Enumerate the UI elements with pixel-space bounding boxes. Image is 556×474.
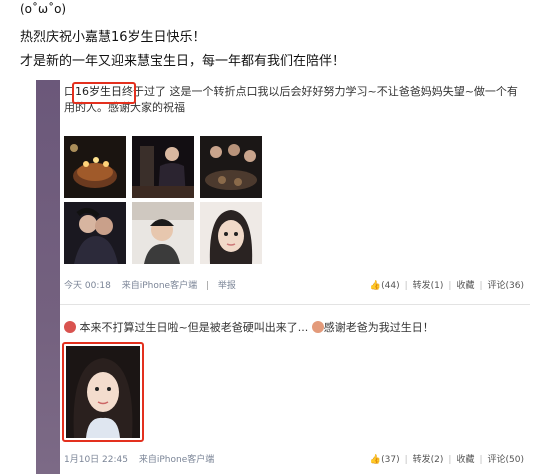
- like-button[interactable]: 👍(37): [370, 455, 400, 465]
- post-2-time[interactable]: 1月10日 22:45: [64, 455, 128, 465]
- post-1-source[interactable]: 来自iPhone客户端: [122, 281, 197, 291]
- post-2-source[interactable]: 来自iPhone客户端: [139, 455, 214, 465]
- like-count: (37): [381, 455, 400, 465]
- post-1-time[interactable]: 今天 00:18: [64, 281, 111, 291]
- post-2-actions: 👍(37) | 转发(2) | 收藏 | 评论(50): [369, 455, 524, 465]
- post-2-meta: 1月10日 22:45 来自iPhone客户端: [64, 452, 214, 465]
- intro-emoticon: (o˚ω˚o): [20, 2, 67, 16]
- cake-icon: [311, 321, 324, 333]
- comment-button[interactable]: 评论(50): [488, 455, 524, 465]
- thumbs-up-icon: 👍: [369, 281, 382, 291]
- favorite-button[interactable]: 收藏: [456, 455, 474, 465]
- intro-line-companion: 才是新的一年又迎来慧宝生日，每一年都有我们在陪伴！: [20, 54, 346, 69]
- photo-party[interactable]: [132, 136, 194, 198]
- photo-hug[interactable]: [64, 202, 126, 264]
- profile-sidebar: [36, 80, 60, 474]
- photo-portrait[interactable]: [66, 346, 140, 438]
- weibo-post-1: 口16岁生日终于过了 这是一个转折点口我以后会好好努力学习~不让爸爸妈妈失望~做…: [60, 82, 530, 296]
- post-2-text-b: 感谢老爸为我过生日！: [323, 321, 434, 334]
- post-1-actions: 👍(44) | 转发(1) | 收藏 | 评论(36): [369, 281, 524, 291]
- watermelon-icon: [64, 321, 76, 333]
- photo-selfie[interactable]: [200, 202, 262, 264]
- like-count: (44): [381, 281, 400, 291]
- photo-dinner[interactable]: [200, 136, 262, 198]
- forward-button[interactable]: 转发(2): [413, 455, 444, 465]
- report-link[interactable]: 举报: [218, 281, 236, 291]
- forward-button[interactable]: 转发(1): [413, 281, 444, 291]
- post-1-meta: 今天 00:18 来自iPhone客户端 | 举报: [64, 281, 236, 291]
- post-2-text-a: 本来不打算过生日啦~但是被老爸硬叫出来了...: [79, 321, 309, 334]
- photo-boy[interactable]: [132, 202, 194, 264]
- like-button[interactable]: 👍(44): [370, 281, 400, 291]
- intro-line-birthday: 热烈庆祝小嘉慧16岁生日快乐！: [20, 30, 206, 45]
- post-2-text: 本来不打算过生日啦~但是被老爸硬叫出来了... 感谢老爸为我过生日！: [64, 320, 526, 336]
- highlight-box: [72, 82, 136, 104]
- photo-cake[interactable]: [64, 136, 126, 198]
- post-divider: [60, 304, 530, 305]
- thumbs-up-icon: 👍: [369, 455, 382, 465]
- weibo-post-2: 本来不打算过生日啦~但是被老爸硬叫出来了... 感谢老爸为我过生日！ 1月10日…: [60, 318, 530, 468]
- favorite-button[interactable]: 收藏: [456, 281, 474, 291]
- comment-button[interactable]: 评论(36): [488, 281, 524, 291]
